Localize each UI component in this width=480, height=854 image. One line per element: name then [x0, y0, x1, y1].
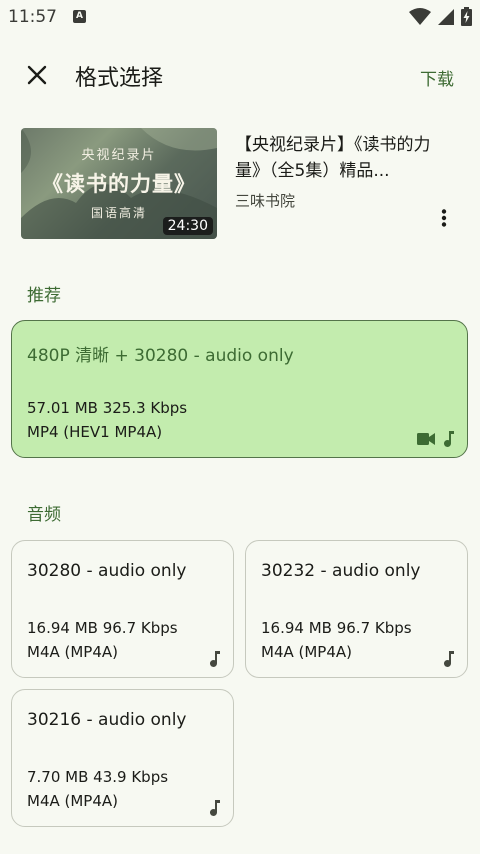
duration-badge: 24:30: [162, 217, 213, 235]
status-icons: [409, 7, 472, 26]
format-title: 30280 - audio only: [27, 561, 187, 581]
music-note-icon: [444, 651, 454, 667]
close-button[interactable]: [20, 58, 54, 92]
format-size-bitrate: 7.70 MB 43.9 Kbps: [27, 768, 169, 786]
battery-charging-icon: [461, 7, 472, 26]
more-vert-icon: [441, 209, 447, 227]
format-card-audio[interactable]: 30232 - audio only 16.94 MB 96.7 Kbps M4…: [245, 540, 468, 678]
format-size-bitrate: 16.94 MB 96.7 Kbps: [27, 619, 178, 637]
format-type-icons: [443, 651, 455, 667]
format-type-icons: [209, 800, 221, 816]
section-label-recommended: 推荐: [27, 286, 61, 306]
page-title: 格式选择: [75, 66, 164, 91]
app-bar: 格式选择 下载: [0, 44, 480, 108]
status-time: 11:57: [8, 7, 57, 27]
format-container: M4A (MP4A): [261, 643, 353, 661]
format-size-bitrate: 16.94 MB 96.7 Kbps: [261, 619, 412, 637]
music-note-icon: [210, 800, 220, 816]
format-title: 30232 - audio only: [261, 561, 421, 581]
format-type-icons: [417, 431, 455, 447]
format-card-audio[interactable]: 30280 - audio only 16.94 MB 96.7 Kbps M4…: [11, 540, 234, 678]
download-button[interactable]: 下载: [420, 65, 454, 90]
notification-badge-icon: A: [73, 10, 86, 23]
section-label-audio: 音频: [27, 505, 61, 525]
wifi-icon: [409, 7, 431, 25]
more-options-button[interactable]: [432, 206, 456, 230]
video-info: 央视纪录片 《读书的力量》 国语高清 24:30 【央视纪录片】《读书的力量》（…: [0, 128, 480, 240]
music-note-icon: [444, 431, 454, 447]
signal-icon: [438, 8, 454, 25]
format-container: M4A (MP4A): [27, 792, 119, 810]
close-icon: [27, 65, 47, 85]
channel-name: 三味书院: [235, 192, 296, 210]
thumbnail-caption-title: 《读书的力量》: [42, 171, 196, 196]
format-container: M4A (MP4A): [27, 643, 119, 661]
format-title: 30216 - audio only: [27, 710, 187, 730]
video-icon: [417, 433, 435, 445]
music-note-icon: [210, 651, 220, 667]
format-type-icons: [209, 651, 221, 667]
format-card-recommended[interactable]: 480P 清晰 + 30280 - audio only 57.01 MB 32…: [11, 320, 468, 458]
video-thumbnail: 央视纪录片 《读书的力量》 国语高清 24:30: [21, 128, 217, 239]
format-card-audio[interactable]: 30216 - audio only 7.70 MB 43.9 Kbps M4A…: [11, 689, 234, 827]
status-bar: 11:57 A: [0, 0, 480, 34]
video-title: 【央视纪录片】《读书的力量》（全5集）精品...: [235, 135, 431, 181]
format-size-bitrate: 57.01 MB 325.3 Kbps: [27, 399, 188, 417]
format-title: 480P 清晰 + 30280 - audio only: [27, 346, 294, 366]
format-container: MP4 (HEV1 MP4A): [27, 423, 163, 441]
thumbnail-caption-top: 央视纪录片: [81, 148, 157, 163]
